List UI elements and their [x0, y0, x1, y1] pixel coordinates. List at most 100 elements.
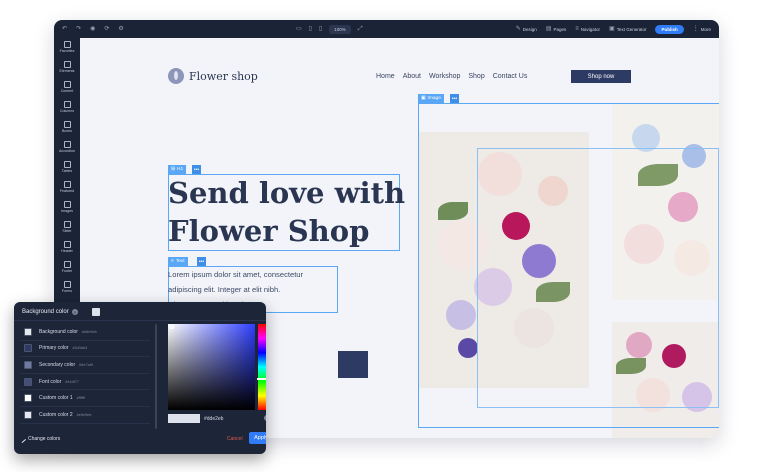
color-hex: #e5e9ed	[76, 412, 92, 417]
headline-line-1: Send love with	[168, 176, 406, 210]
background-color-panel: Background color ? Background color #e6e9…	[14, 302, 266, 454]
saturation-value-picker[interactable]	[168, 324, 255, 410]
sidebar-item-footer[interactable]: Footer	[54, 261, 80, 273]
site-nav: Home About Workshop Shop Contact Us	[376, 73, 527, 80]
color-swatch	[24, 377, 32, 386]
heading-selection-tag[interactable]: ⊞ H1	[168, 165, 187, 174]
color-hex: #2d3a64	[72, 346, 88, 351]
panel-title: Background color ?	[22, 309, 78, 315]
image-more-button[interactable]: •••	[450, 94, 459, 103]
panel-divider	[14, 320, 266, 321]
sidebar-item-slider[interactable]: Slider	[54, 221, 80, 233]
sidebar-item-label: Footer	[61, 269, 73, 273]
sidebar-item-boxes[interactable]: Boxes	[54, 121, 80, 133]
boxes-icon	[63, 121, 71, 128]
color-row-custom-1[interactable]: Custom color 1 #ffffff	[20, 390, 150, 407]
color-name: Background color	[39, 328, 78, 335]
nav-workshop[interactable]: Workshop	[429, 73, 460, 80]
navigator-icon: ≡	[575, 26, 579, 32]
preview-icon[interactable]: ◉	[90, 26, 95, 32]
refresh-icon[interactable]: ⟳	[104, 26, 109, 32]
nav-home[interactable]: Home	[376, 73, 395, 80]
columns-icon	[63, 101, 71, 108]
sidebar-item-featured[interactable]: Featured	[54, 181, 80, 193]
sidebar-item-content[interactable]: Content	[54, 81, 80, 93]
hex-input[interactable]: #dde2eb	[204, 416, 223, 422]
flower-logo-icon	[168, 68, 184, 84]
featured-icon	[63, 181, 71, 188]
shop-now-button[interactable]: Shop now	[571, 70, 631, 83]
hue-slider[interactable]	[258, 324, 266, 410]
accordion-icon	[63, 141, 71, 148]
redo-icon[interactable]: ↷	[76, 26, 81, 32]
fullscreen-icon[interactable]: ⤢	[358, 26, 363, 32]
cancel-button[interactable]: Cancel	[227, 436, 243, 442]
text-selection-tag[interactable]: ≡ Text	[168, 257, 188, 266]
pencil-icon	[18, 435, 27, 443]
color-row-background[interactable]: Background color #e6e9eb	[20, 324, 150, 341]
text-generator-menu[interactable]: ▣ Text Generator	[609, 26, 646, 32]
sidebar-item-favorites[interactable]: Favorites	[54, 41, 80, 53]
color-hex: #e6e9eb	[81, 329, 97, 334]
color-swatch	[24, 327, 32, 336]
sidebar-item-accordion[interactable]: Accordion	[54, 141, 80, 153]
sidebar-item-label: Boxes	[62, 129, 72, 133]
design-menu[interactable]: ✎ Design	[516, 26, 537, 32]
current-color-swatch[interactable]	[92, 308, 100, 316]
sidebar-item-elements[interactable]: Elements	[54, 61, 80, 73]
heading-more-button[interactable]: •••	[192, 165, 201, 174]
navigator-menu[interactable]: ≡ Navigator	[575, 26, 600, 32]
publish-button[interactable]: Publish	[655, 24, 684, 34]
color-swatch	[24, 344, 32, 353]
change-colors-label: Change colors	[28, 436, 61, 442]
info-icon[interactable]: ?	[71, 309, 78, 315]
sidebar-item-images[interactable]: Images	[54, 201, 80, 213]
mobile-icon[interactable]: ▯	[319, 26, 322, 32]
sidebar-item-label: Columns	[59, 109, 75, 113]
sidebar-item-columns[interactable]: Columns	[54, 101, 80, 113]
kebab-icon: ⋮	[692, 26, 699, 32]
sidebar-item-forms[interactable]: Forms	[54, 281, 80, 293]
help-icon[interactable]: ?	[264, 415, 266, 421]
image-selection-tag[interactable]: ▣ Image	[418, 94, 444, 103]
device-switcher: ▭ ▯ ▯ 100% ⤢	[296, 24, 363, 34]
site-logo[interactable]: Flower shop	[168, 68, 258, 84]
nav-about[interactable]: About	[403, 73, 421, 80]
settings-icon[interactable]: ⚙	[118, 26, 123, 32]
picker-handle[interactable]	[170, 325, 174, 329]
pages-menu[interactable]: ▤ Pages	[546, 26, 566, 32]
color-row-custom-2[interactable]: Custom color 2 #e5e9ed	[20, 407, 150, 424]
nav-contact-us[interactable]: Contact Us	[493, 73, 528, 80]
color-hex: #ffffff	[76, 396, 85, 401]
color-name: Primary color	[39, 345, 69, 352]
sidebar-item-tables[interactable]: Tables	[54, 161, 80, 173]
undo-icon[interactable]: ↶	[62, 26, 67, 32]
hue-slider-handle[interactable]	[257, 378, 266, 380]
editor-toolbar: ↶ ↷ ◉ ⟳ ⚙ ▭ ▯ ▯ 100% ⤢ ✎ Design ▤ Pages ≡ N…	[54, 20, 719, 38]
color-hex: #6e7a9f	[79, 362, 93, 367]
text-more-button[interactable]: •••	[197, 257, 206, 266]
apply-button[interactable]: Apply	[249, 432, 266, 444]
nav-shop[interactable]: Shop	[468, 73, 484, 80]
color-row-secondary[interactable]: Secondary color #6e7a9f	[20, 357, 150, 374]
sidebar-item-header[interactable]: Header	[54, 241, 80, 253]
sidebar-item-label: Slider	[62, 229, 72, 233]
desktop-icon[interactable]: ▭	[296, 26, 302, 32]
color-name: Secondary color	[39, 361, 76, 368]
color-list-scrollbar[interactable]	[155, 324, 157, 429]
more-menu[interactable]: ⋮ More	[693, 26, 711, 32]
tablet-icon[interactable]: ▯	[309, 26, 312, 32]
toolbar-left: ↶ ↷ ◉ ⟳ ⚙	[62, 26, 124, 32]
color-hex: #444f77	[65, 379, 79, 384]
color-row-font[interactable]: Font color #444f77	[20, 374, 150, 391]
color-row-primary[interactable]: Primary color #2d3a64	[20, 341, 150, 358]
color-name: Custom color 1	[39, 395, 73, 402]
hero-button-block[interactable]	[338, 351, 368, 378]
star-icon	[63, 41, 71, 48]
sidebar-item-label: Featured	[59, 189, 75, 193]
change-colors-button[interactable]: Change colors	[18, 435, 61, 443]
hero-headline[interactable]: Send love with Flower Shop	[168, 174, 405, 250]
navigator-label: Navigator	[580, 26, 601, 32]
design-label: Design	[522, 26, 537, 32]
zoom-control[interactable]: 100%	[329, 24, 351, 34]
